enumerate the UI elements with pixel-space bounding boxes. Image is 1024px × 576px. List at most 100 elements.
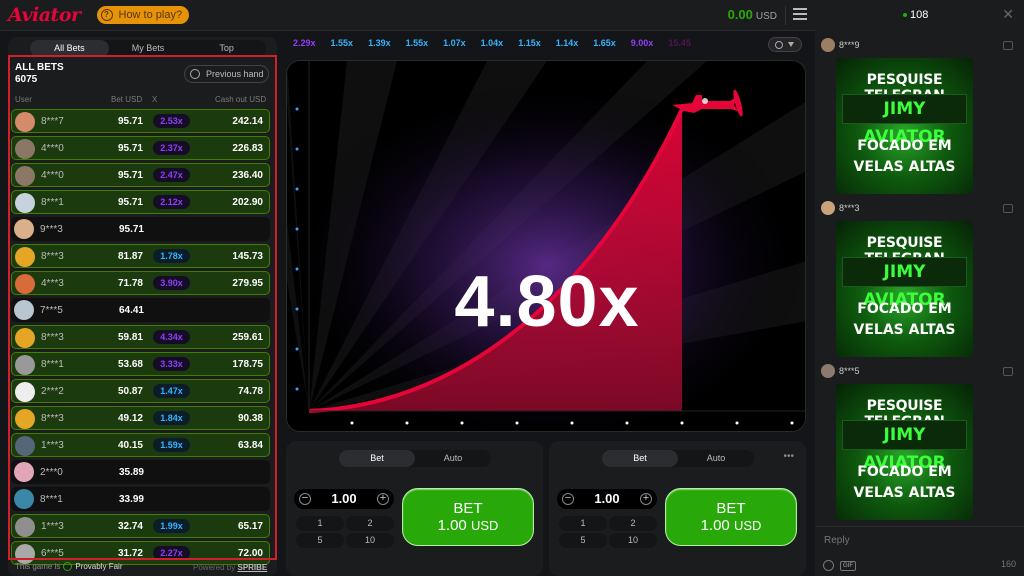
plus-icon[interactable]: +	[640, 493, 652, 505]
chat-gif[interactable]: PESQUISE TELEGRANJIMY AVIATORFOCADO EMVE…	[836, 58, 973, 194]
avatar	[15, 409, 35, 429]
avatar	[15, 247, 35, 267]
avatar	[15, 193, 35, 213]
previous-hand-button[interactable]: Previous hand	[184, 65, 269, 83]
bet-panel-2-tabs: Bet Auto	[602, 450, 754, 467]
minus-icon[interactable]: −	[562, 493, 574, 505]
chat-gif[interactable]: PESQUISE TELEGRANJIMY AVIATORFOCADO EMVE…	[836, 384, 973, 520]
bet-amount: 31.72	[117, 547, 143, 559]
history-clock-icon	[190, 69, 200, 79]
bet-row: 8***1 53.68 3.33x 178.75	[11, 352, 270, 376]
gif-text-line: JIMY AVIATOR	[842, 420, 967, 473]
bet-button[interactable]: BET 1.00 USD	[402, 488, 534, 546]
tab-all-bets[interactable]: All Bets	[30, 40, 109, 57]
history-multiplier[interactable]: 2.29x	[293, 38, 316, 52]
history-multiplier[interactable]: 1.65x	[593, 38, 616, 52]
cashout-amount: 178.75	[232, 358, 263, 370]
provably-fair-footer[interactable]: This game is Provably Fair	[15, 562, 123, 572]
bets-list: 8***7 95.71 2.53x 242.14 4***0 95.71 2.37x 226.…	[11, 109, 270, 568]
stake-input[interactable]: 1.00 − +	[557, 489, 657, 509]
quick-amount-2[interactable]: 2	[609, 516, 657, 531]
history-multiplier[interactable]: 1.14x	[556, 38, 579, 52]
avatar	[15, 274, 35, 294]
bet-user: 1***3	[41, 520, 64, 532]
avatar	[15, 436, 35, 456]
chevron-down-icon	[788, 42, 794, 47]
cashout-multiplier: 2.53x	[153, 114, 190, 128]
quick-amount-10[interactable]: 10	[609, 533, 657, 548]
more-options-icon[interactable]: •••	[783, 451, 794, 462]
gif-text-line: FOCADO EM	[857, 464, 952, 480]
quick-amount-2[interactable]: 2	[346, 516, 394, 531]
quick-amount-1[interactable]: 1	[296, 516, 344, 531]
col-x: X	[152, 95, 158, 104]
provably-fair-label: Provably Fair	[75, 562, 123, 571]
avatar	[15, 166, 35, 186]
close-icon[interactable]: ✕	[1002, 6, 1014, 23]
avatar	[14, 300, 34, 320]
bet-user: 8***7	[41, 115, 64, 127]
history-multiplier[interactable]: 15.45	[668, 38, 691, 52]
gif-text-line: VELAS ALTAS	[853, 159, 956, 175]
reply-input[interactable]: Reply	[824, 535, 850, 546]
history-toggle-button[interactable]	[768, 37, 802, 52]
bet-amount: 64.41	[118, 304, 144, 316]
bet-row: 8***1 33.99	[11, 487, 270, 511]
history-multiplier[interactable]: 1.04x	[481, 38, 504, 52]
cashout-amount: 145.73	[232, 250, 263, 262]
cashout-multiplier: 2.12x	[153, 195, 190, 209]
tab-bet[interactable]: Bet	[339, 450, 415, 467]
emoji-icon[interactable]	[823, 560, 834, 571]
shield-check-icon	[63, 562, 73, 572]
bet-user: 1***3	[41, 439, 64, 451]
how-to-play-button[interactable]: ? How to play?	[96, 6, 190, 24]
quick-amount-10[interactable]: 10	[346, 533, 394, 548]
tab-auto[interactable]: Auto	[415, 450, 491, 467]
previous-hand-label: Previous hand	[206, 69, 264, 79]
spribe-logo[interactable]: SPRIBE	[237, 563, 267, 572]
cashout-multiplier: 1.47x	[153, 384, 190, 398]
avatar	[14, 489, 34, 509]
chat-gif[interactable]: PESQUISE TELEGRANJIMY AVIATORFOCADO EMVE…	[836, 221, 973, 357]
bet-user: 8***3	[41, 331, 64, 343]
tab-bet[interactable]: Bet	[602, 450, 678, 467]
tab-my-bets[interactable]: My Bets	[109, 40, 188, 57]
history-multiplier[interactable]: 1.07x	[443, 38, 466, 52]
cashout-amount: 236.40	[232, 169, 263, 181]
bet-user: 8***1	[41, 196, 64, 208]
tab-top[interactable]: Top	[187, 40, 266, 57]
history-multiplier[interactable]: 1.39x	[368, 38, 391, 52]
stake-input[interactable]: 1.00 − +	[294, 489, 394, 509]
history-multiplier[interactable]: 1.15x	[518, 38, 541, 52]
bet-button[interactable]: BET 1.00 USD	[665, 488, 797, 546]
history-multiplier[interactable]: 9.00x	[631, 38, 654, 52]
quick-amount-5[interactable]: 5	[559, 533, 607, 548]
like-icon[interactable]	[1003, 41, 1013, 50]
chat-username: 8***9	[839, 40, 860, 50]
chat-reply-box[interactable]: Reply GIF 160	[815, 526, 1024, 576]
cashout-amount: 242.14	[232, 115, 263, 127]
gif-button[interactable]: GIF	[840, 561, 856, 571]
quick-amount-5[interactable]: 5	[296, 533, 344, 548]
like-icon[interactable]	[1003, 367, 1013, 376]
history-multiplier[interactable]: 1.55x	[406, 38, 429, 52]
avatar	[15, 355, 35, 375]
quick-amount-1[interactable]: 1	[559, 516, 607, 531]
bet-user: 2***2	[41, 385, 64, 397]
avatar	[821, 201, 835, 215]
hamburger-menu-icon[interactable]	[793, 8, 807, 20]
history-multiplier[interactable]: 1.55x	[331, 38, 354, 52]
tab-auto[interactable]: Auto	[678, 450, 754, 467]
cashout-multiplier: 2.27x	[153, 546, 190, 560]
bet-amount: 71.78	[117, 277, 143, 289]
how-to-play-label: How to play?	[118, 9, 183, 21]
bet-amount: 35.89	[118, 466, 144, 478]
plus-icon[interactable]: +	[377, 493, 389, 505]
balance: 0.00 USD	[728, 7, 777, 22]
cashout-amount: 74.78	[237, 385, 263, 397]
bet-user: 8***3	[41, 250, 64, 262]
minus-icon[interactable]: −	[299, 493, 311, 505]
bet-user: 6***5	[41, 547, 64, 559]
all-bets-count: 6075	[15, 74, 38, 85]
like-icon[interactable]	[1003, 204, 1013, 213]
